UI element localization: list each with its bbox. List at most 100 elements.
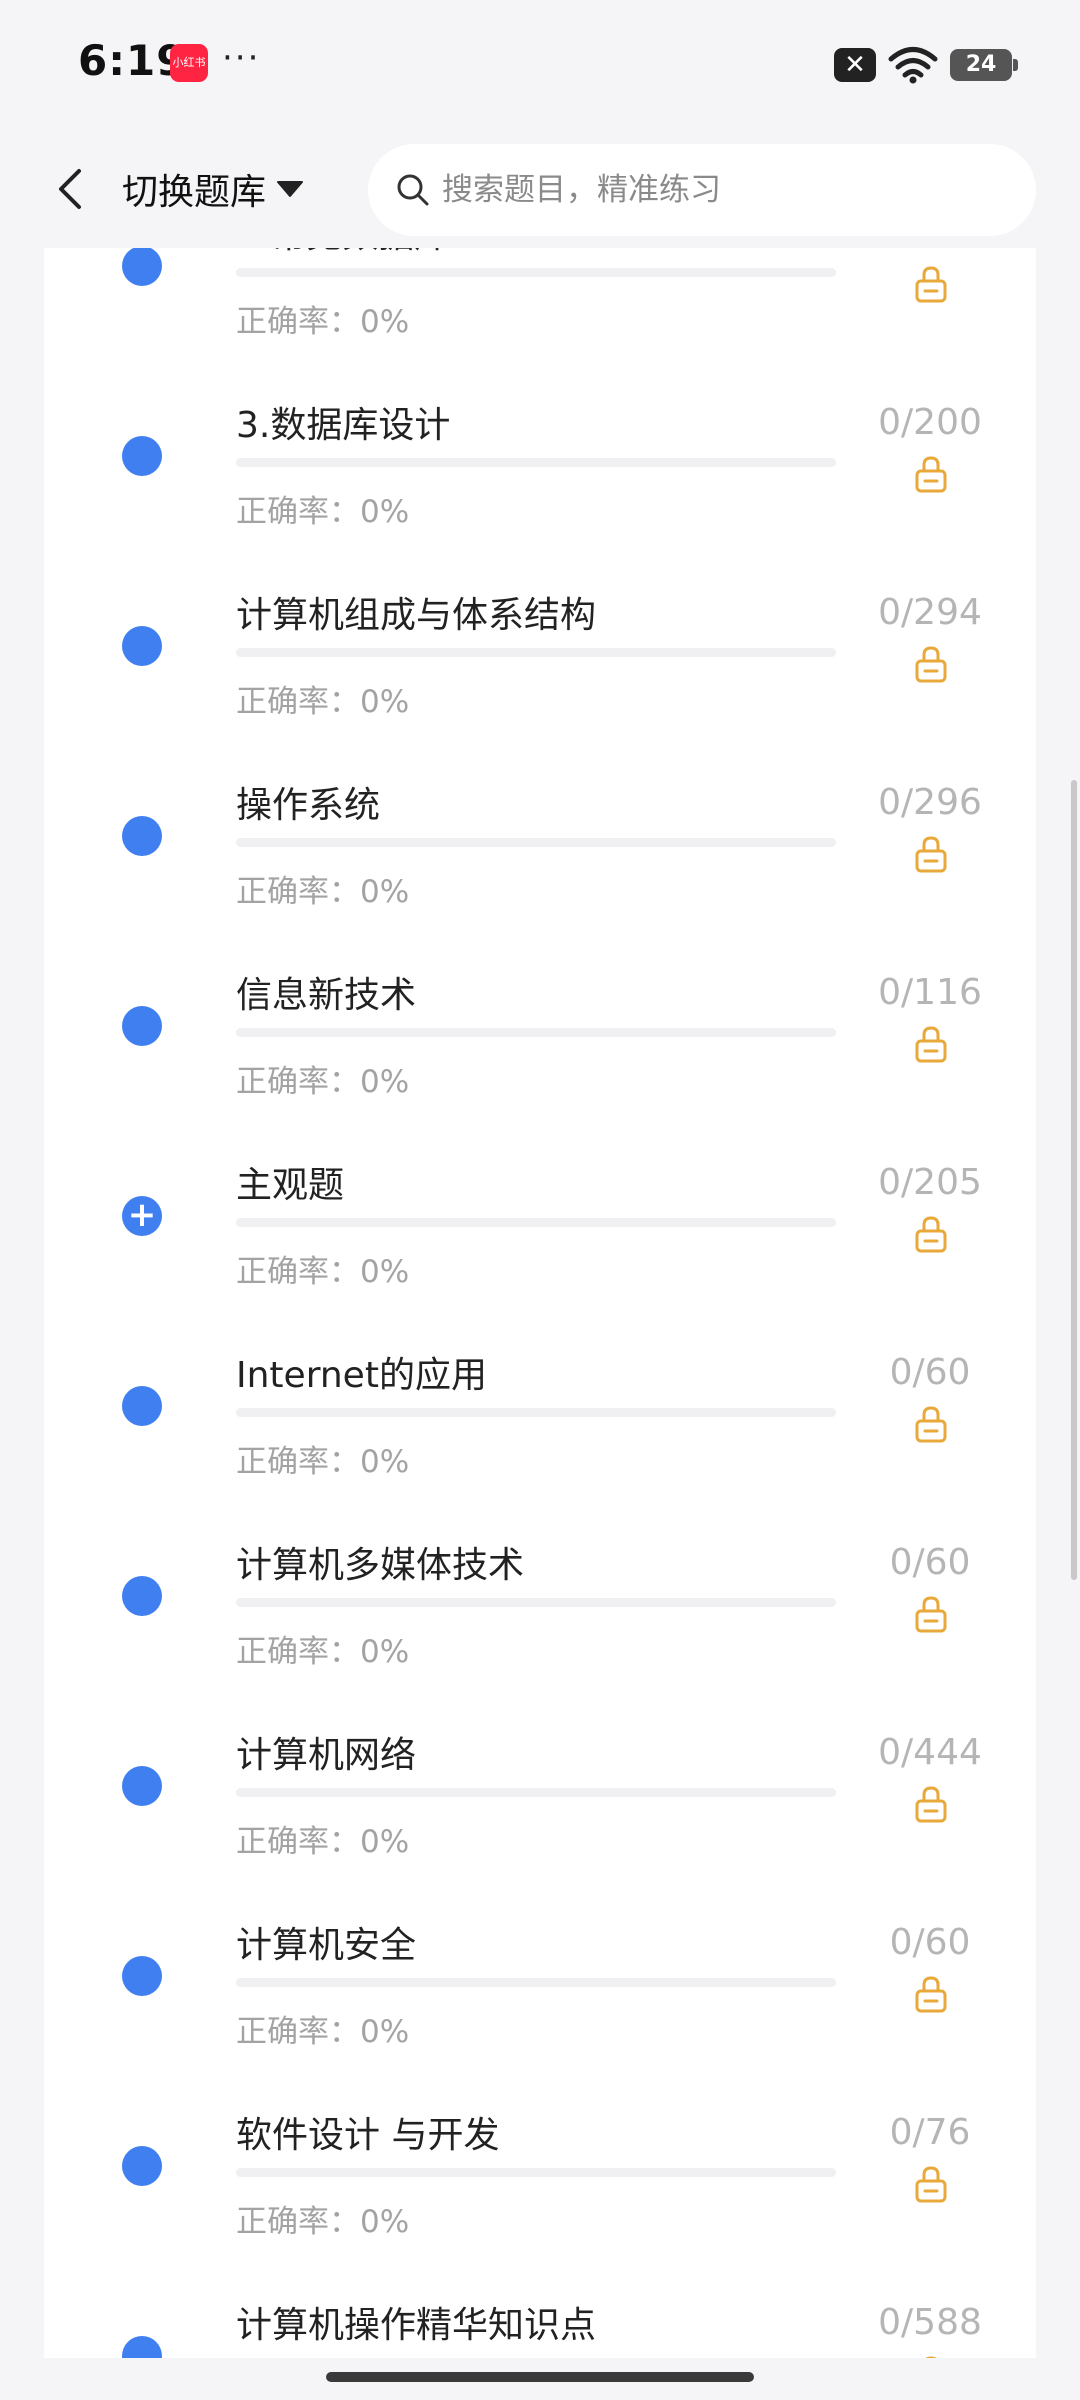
chapter-row[interactable]: + 主观题 正确率：0% 0/205 <box>44 1104 1036 1294</box>
dot-icon <box>122 436 162 476</box>
caret-down-icon <box>277 181 304 197</box>
progress-bar <box>236 838 836 847</box>
accuracy-value: 0% <box>360 1064 410 1100</box>
question-count: 0/76 <box>889 2112 971 2153</box>
progress-bar <box>236 1788 836 1797</box>
lock-icon <box>915 1216 947 1253</box>
chapter-row[interactable]: 软件设计 与开发 正确率：0% 0/76 <box>44 2054 1036 2244</box>
chapter-row[interactable]: 计算机组成与体系结构 正确率：0% 0/294 <box>44 534 1036 724</box>
dot-icon <box>122 1386 162 1426</box>
chapter-row[interactable]: 计算机多媒体技术 正确率：0% 0/60 <box>44 1484 1036 1674</box>
progress-bar <box>236 1028 836 1037</box>
progress-bar <box>236 1408 836 1417</box>
status-right-icons: ✕ 24 <box>834 40 1018 90</box>
chapter-title: 主观题 <box>236 1165 345 1206</box>
search-input[interactable] <box>440 171 1004 209</box>
progress-bar <box>236 1218 836 1227</box>
dot-icon <box>122 1006 162 1046</box>
question-count: 0/60 <box>889 1542 971 1583</box>
chapter-title: 计算机网络 <box>236 1735 417 1776</box>
home-indicator[interactable] <box>326 2372 754 2382</box>
chapter-title: 计算机安全 <box>236 1925 417 1966</box>
lock-icon <box>915 1596 947 1633</box>
top-header: 切换题库 <box>0 130 1080 248</box>
accuracy-label: 正确率： <box>236 1824 360 1860</box>
dot-icon <box>122 626 162 666</box>
accuracy-label: 正确率： <box>236 2204 360 2240</box>
status-more-indicator: ··· <box>222 38 261 78</box>
accuracy-text: 正确率：0% <box>236 866 409 911</box>
accuracy-value: 0% <box>360 874 410 910</box>
chapter-title: 2.常见数据库 <box>236 248 450 258</box>
accuracy-value: 0% <box>360 684 410 720</box>
question-count: 0/116 <box>878 972 982 1013</box>
question-count: 0/296 <box>878 782 982 823</box>
accuracy-label: 正确率： <box>236 1254 360 1290</box>
switch-bank-label: 切换题库 <box>122 172 267 213</box>
chapter-row[interactable]: 计算机安全 正确率：0% 0/60 <box>44 1864 1036 2054</box>
accuracy-text: 正确率：0% <box>236 296 409 341</box>
lock-icon <box>915 1406 947 1443</box>
chapter-row[interactable]: 操作系统 正确率：0% 0/296 <box>44 724 1036 914</box>
dot-icon <box>122 1956 162 1996</box>
progress-bar <box>236 268 836 277</box>
question-count: 0/294 <box>878 592 982 633</box>
back-button[interactable] <box>40 154 100 224</box>
chapter-row[interactable]: 3.数据库设计 正确率：0% 0/200 <box>44 344 1036 534</box>
lock-icon <box>925 2356 937 2358</box>
search-box[interactable] <box>368 144 1036 236</box>
lock-icon <box>915 2166 947 2203</box>
question-count: 0/205 <box>878 1162 982 1203</box>
lock-icon <box>915 1026 947 1063</box>
accuracy-value: 0% <box>360 2014 410 2050</box>
chapter-title: 计算机多媒体技术 <box>236 1545 525 1586</box>
battery-icon: 24 <box>950 49 1018 81</box>
accuracy-value: 0% <box>360 1254 410 1290</box>
chapter-row[interactable]: Internet的应用 正确率：0% 0/60 <box>44 1294 1036 1484</box>
dot-icon <box>122 2336 162 2358</box>
accuracy-value: 0% <box>360 494 410 530</box>
lock-icon <box>915 646 947 683</box>
accuracy-label: 正确率： <box>236 874 360 910</box>
dot-icon <box>122 1576 162 1616</box>
chapter-title: 计算机组成与体系结构 <box>236 595 597 636</box>
lock-icon <box>915 836 947 873</box>
chapter-list-card: 2.常见数据库 正确率：0% 0/200 3.数据库设计 正确率：0% 0/20… <box>44 248 1036 2358</box>
no-signal-icon: ✕ <box>834 48 876 82</box>
accuracy-text: 正确率：0% <box>236 676 409 721</box>
search-icon <box>397 174 429 206</box>
xiaohongshu-app-icon: 小红书 <box>170 44 208 82</box>
chevron-left-icon <box>59 169 81 209</box>
chapter-list: 2.常见数据库 正确率：0% 0/200 3.数据库设计 正确率：0% 0/20… <box>44 248 1036 2358</box>
chapter-title: Internet的应用 <box>236 1355 487 1396</box>
chapter-row[interactable]: 计算机网络 正确率：0% 0/444 <box>44 1674 1036 1864</box>
accuracy-text: 正确率：0% <box>236 486 409 531</box>
lock-icon <box>915 456 947 493</box>
accuracy-text: 正确率：0% <box>236 1056 409 1101</box>
accuracy-text: 正确率：0% <box>236 1246 409 1291</box>
dot-icon <box>122 816 162 856</box>
chapter-row[interactable]: 计算机操作精华知识点 正确率：0% 0/588 <box>44 2244 1036 2358</box>
chapter-row[interactable]: 2.常见数据库 正确率：0% 0/200 <box>44 248 1036 344</box>
accuracy-label: 正确率： <box>236 684 360 720</box>
chapter-title: 操作系统 <box>236 785 381 826</box>
switch-bank-button[interactable]: 切换题库 <box>122 154 304 224</box>
chapter-row[interactable]: 信息新技术 正确率：0% 0/116 <box>44 914 1036 1104</box>
scrollbar[interactable] <box>1071 780 1077 1580</box>
progress-bar <box>236 458 836 467</box>
dot-icon <box>122 248 162 286</box>
accuracy-text: 正确率：0% <box>236 1816 409 1861</box>
question-count: 0/60 <box>889 1352 971 1393</box>
accuracy-label: 正确率： <box>236 1634 360 1670</box>
lock-icon <box>915 1786 947 1823</box>
accuracy-text: 正确率：0% <box>236 1626 409 1671</box>
accuracy-label: 正确率： <box>236 1444 360 1480</box>
progress-bar <box>236 2168 836 2177</box>
accuracy-text: 正确率：0% <box>236 2006 409 2051</box>
accuracy-value: 0% <box>360 1444 410 1480</box>
accuracy-value: 0% <box>360 2204 410 2240</box>
accuracy-label: 正确率： <box>236 494 360 530</box>
question-count: 0/200 <box>840 248 1020 253</box>
progress-bar <box>236 1598 836 1607</box>
accuracy-label: 正确率： <box>236 2014 360 2050</box>
